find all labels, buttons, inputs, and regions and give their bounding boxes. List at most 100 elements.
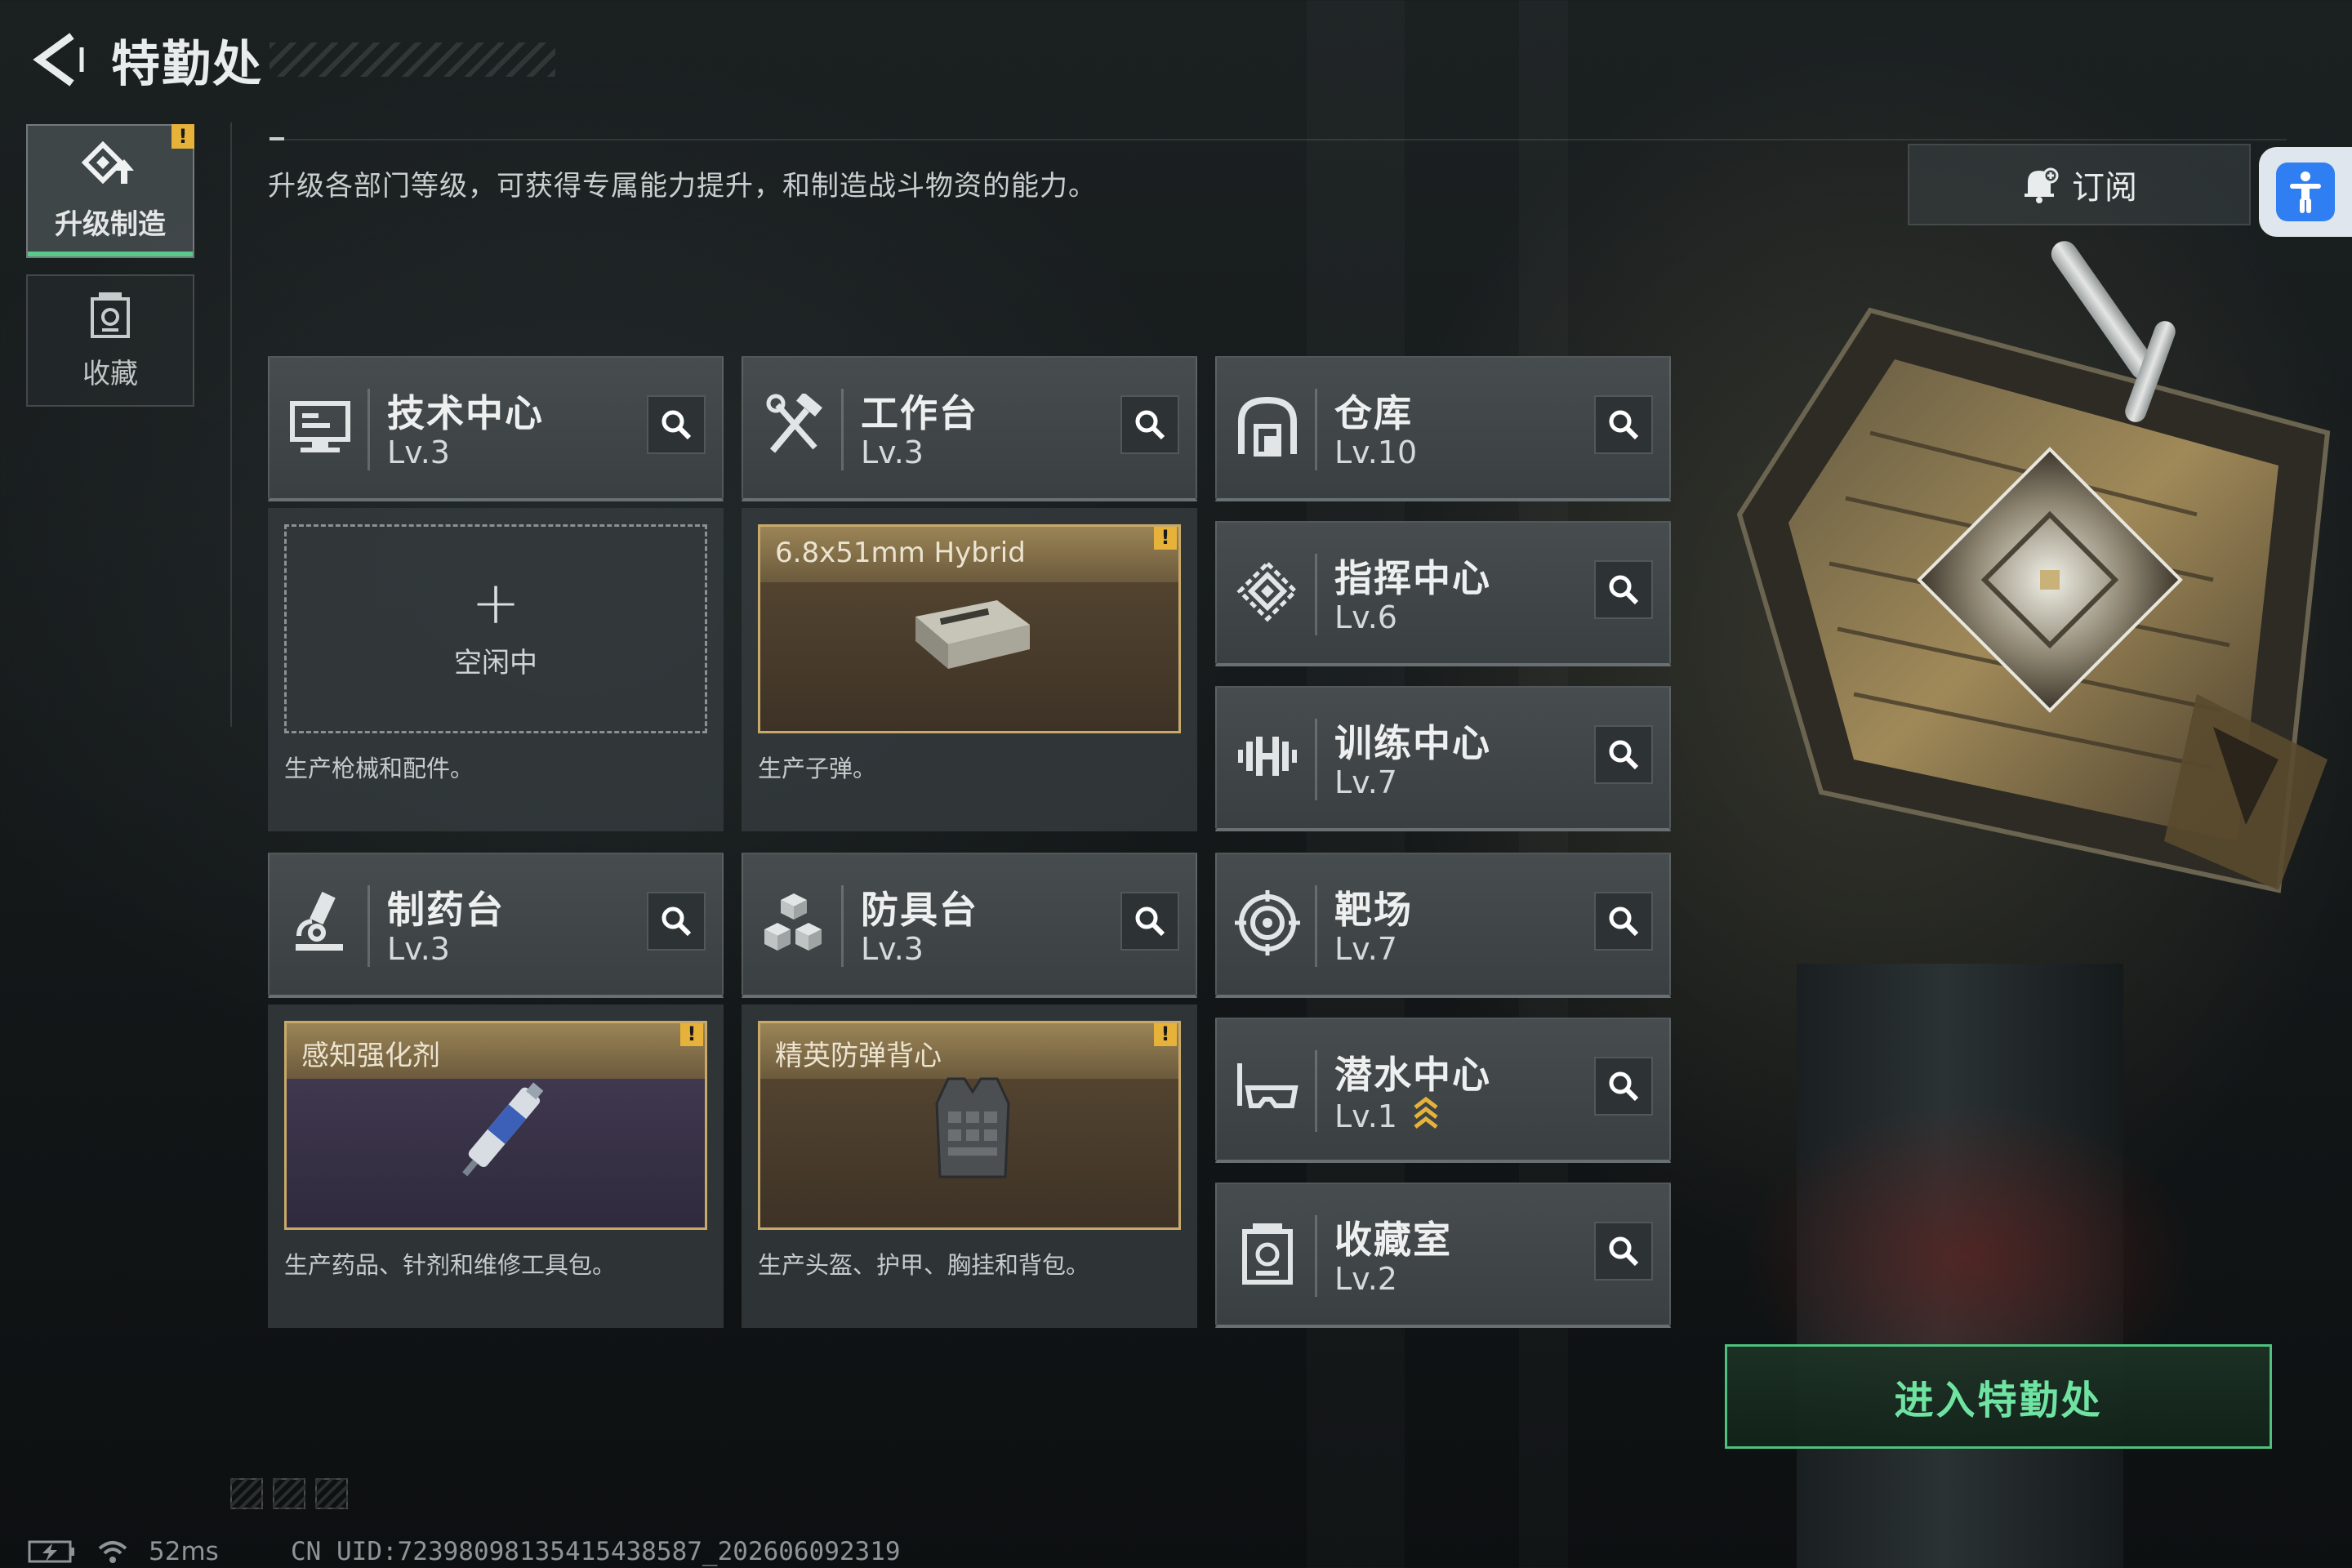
vest-item-image — [935, 1077, 1010, 1178]
header-divider — [270, 139, 2287, 140]
search-icon — [1609, 740, 1639, 770]
upgrade-chevrons-icon — [1414, 1096, 1438, 1129]
page-description: 升级各部门等级，可获得专属能力提升，和制造战斗物资的能力。 — [268, 170, 1097, 203]
dept-name: 工作台 — [861, 391, 978, 435]
injector-item-image — [462, 1082, 544, 1177]
dept-name: 制药台 — [387, 888, 505, 932]
production-item-slot[interactable]: 6.8x51mm Hybrid ! — [758, 524, 1181, 733]
tab-upgrade-craft[interactable]: 升级制造 ! — [26, 124, 194, 258]
empty-production-slot[interactable]: + 空闲中 — [284, 524, 707, 733]
card-separator — [1315, 1050, 1317, 1132]
dumbbell-icon — [1238, 737, 1297, 776]
dept-card-warehouse[interactable]: 仓库 Lv.10 — [1215, 356, 1671, 501]
dept-card-collection-room[interactable]: 收藏室 Lv.2 — [1215, 1183, 1671, 1328]
collection-icon — [1242, 1223, 1293, 1285]
dept-level: Lv.3 — [861, 434, 924, 470]
dept-name: 收藏室 — [1334, 1218, 1452, 1262]
wifi-icon — [98, 1541, 127, 1563]
search-icon — [1135, 906, 1165, 937]
header-divider-accent — [270, 137, 284, 140]
target-icon — [1235, 890, 1300, 956]
status-bar: 52ms — [28, 1537, 219, 1566]
inspect-button[interactable] — [1120, 395, 1179, 454]
item-name: 6.8x51mm Hybrid — [775, 537, 1026, 569]
search-icon — [1609, 410, 1639, 440]
accessibility-button[interactable] — [2259, 147, 2352, 237]
dept-level: Lv.3 — [387, 931, 450, 967]
dept-card-armor-bench[interactable]: 防具台 Lv.3 — [742, 853, 1197, 998]
enter-special-ops-button[interactable]: 进入特勤处 — [1725, 1344, 2272, 1449]
card-separator — [1315, 554, 1317, 635]
subscribe-button[interactable]: 订阅 — [1908, 144, 2251, 225]
dept-level-text: Lv.1 — [1334, 1098, 1397, 1134]
dept-card-shooting-range[interactable]: 靶场 Lv.7 — [1215, 853, 1671, 998]
battery-charging-icon — [28, 1540, 74, 1563]
panel-description: 生产头盔、护甲、胸挂和背包。 — [758, 1251, 1090, 1279]
panel-description: 生产子弹。 — [758, 755, 877, 782]
monitor-icon — [290, 401, 350, 452]
inspect-button[interactable] — [647, 395, 706, 454]
search-icon — [1609, 1236, 1639, 1267]
inspect-button[interactable] — [1594, 725, 1653, 784]
dept-name: 技术中心 — [387, 391, 544, 435]
item-name: 精英防弹背心 — [775, 1040, 942, 1072]
inspect-button[interactable] — [647, 892, 706, 951]
ammo-box-item-image — [915, 600, 1030, 669]
inspect-button[interactable] — [1594, 892, 1653, 951]
production-item-slot[interactable]: 精英防弹背心 ! — [758, 1021, 1181, 1230]
alert-badge: ! — [1154, 1023, 1177, 1046]
microscope-icon — [296, 891, 343, 951]
active-indicator — [28, 252, 193, 256]
bell-plus-icon — [2025, 167, 2059, 203]
dept-level: Lv.10 — [1334, 434, 1418, 470]
slot-status: 空闲中 — [454, 646, 537, 679]
sidebar-divider — [230, 122, 232, 727]
alert-badge: ! — [680, 1023, 703, 1046]
search-icon — [1609, 906, 1639, 937]
dept-name: 潜水中心 — [1334, 1053, 1491, 1097]
subscribe-label: 订阅 — [2072, 169, 2137, 207]
dept-level: Lv.3 — [861, 931, 924, 967]
add-icon: + — [470, 568, 521, 637]
card-separator — [841, 389, 844, 470]
item-name: 感知强化剂 — [301, 1040, 440, 1072]
upgrade-craft-icon — [82, 140, 134, 184]
card-separator — [1315, 719, 1317, 800]
inspect-button[interactable] — [1594, 560, 1653, 619]
production-panel-armor: 精英防弹背心 ! 生产头盔、护甲、胸挂和背包。 — [742, 1004, 1197, 1328]
search-icon — [1135, 410, 1165, 440]
dept-card-training-center[interactable]: 训练中心 Lv.7 — [1215, 686, 1671, 831]
dept-card-workbench[interactable]: 工作台 Lv.3 — [742, 356, 1197, 501]
dept-level: Lv.3 — [387, 434, 450, 470]
dept-level: Lv.7 — [1334, 931, 1397, 967]
dept-name: 防具台 — [861, 888, 978, 932]
dept-card-command-center[interactable]: 指挥中心 Lv.6 — [1215, 521, 1671, 666]
dept-level: Lv.7 — [1334, 764, 1397, 800]
search-icon — [662, 906, 692, 937]
inspect-button[interactable] — [1120, 892, 1179, 951]
inspect-button[interactable] — [1594, 1222, 1653, 1281]
command-icon — [1236, 560, 1298, 622]
search-icon — [1609, 1071, 1639, 1102]
diving-mask-icon — [1237, 1063, 1298, 1108]
warehouse-icon — [1238, 396, 1297, 457]
dept-name: 指挥中心 — [1334, 556, 1491, 600]
dept-card-diving-center[interactable]: 潜水中心 Lv.1 — [1215, 1018, 1671, 1163]
production-panel-pharmacy: 感知强化剂 ! 生产药品、针剂和维修工具包。 — [268, 1004, 724, 1328]
accessibility-person-icon — [2276, 163, 2335, 221]
dept-card-tech-center[interactable]: 技术中心 Lv.3 — [268, 356, 724, 501]
dept-card-pharmacy[interactable]: 制药台 Lv.3 — [268, 853, 724, 998]
tab-collection[interactable]: 收藏 — [26, 274, 194, 407]
user-uid: CN UID:7239809813541543858​7_20260609231… — [291, 1537, 901, 1566]
decorative-icons — [230, 1478, 348, 1509]
inspect-button[interactable] — [1594, 1057, 1653, 1116]
production-panel-workbench: 6.8x51mm Hybrid ! 生产子弹。 — [742, 508, 1197, 831]
production-item-slot[interactable]: 感知强化剂 ! — [284, 1021, 707, 1230]
card-separator — [368, 885, 370, 967]
armor-blocks-icon — [764, 893, 822, 951]
collection-icon — [91, 292, 130, 338]
back-arrow-icon[interactable] — [28, 31, 85, 88]
inspect-button[interactable] — [1594, 395, 1653, 454]
dept-name: 仓库 — [1334, 391, 1413, 435]
dept-level: Lv.1 — [1334, 1096, 1440, 1134]
